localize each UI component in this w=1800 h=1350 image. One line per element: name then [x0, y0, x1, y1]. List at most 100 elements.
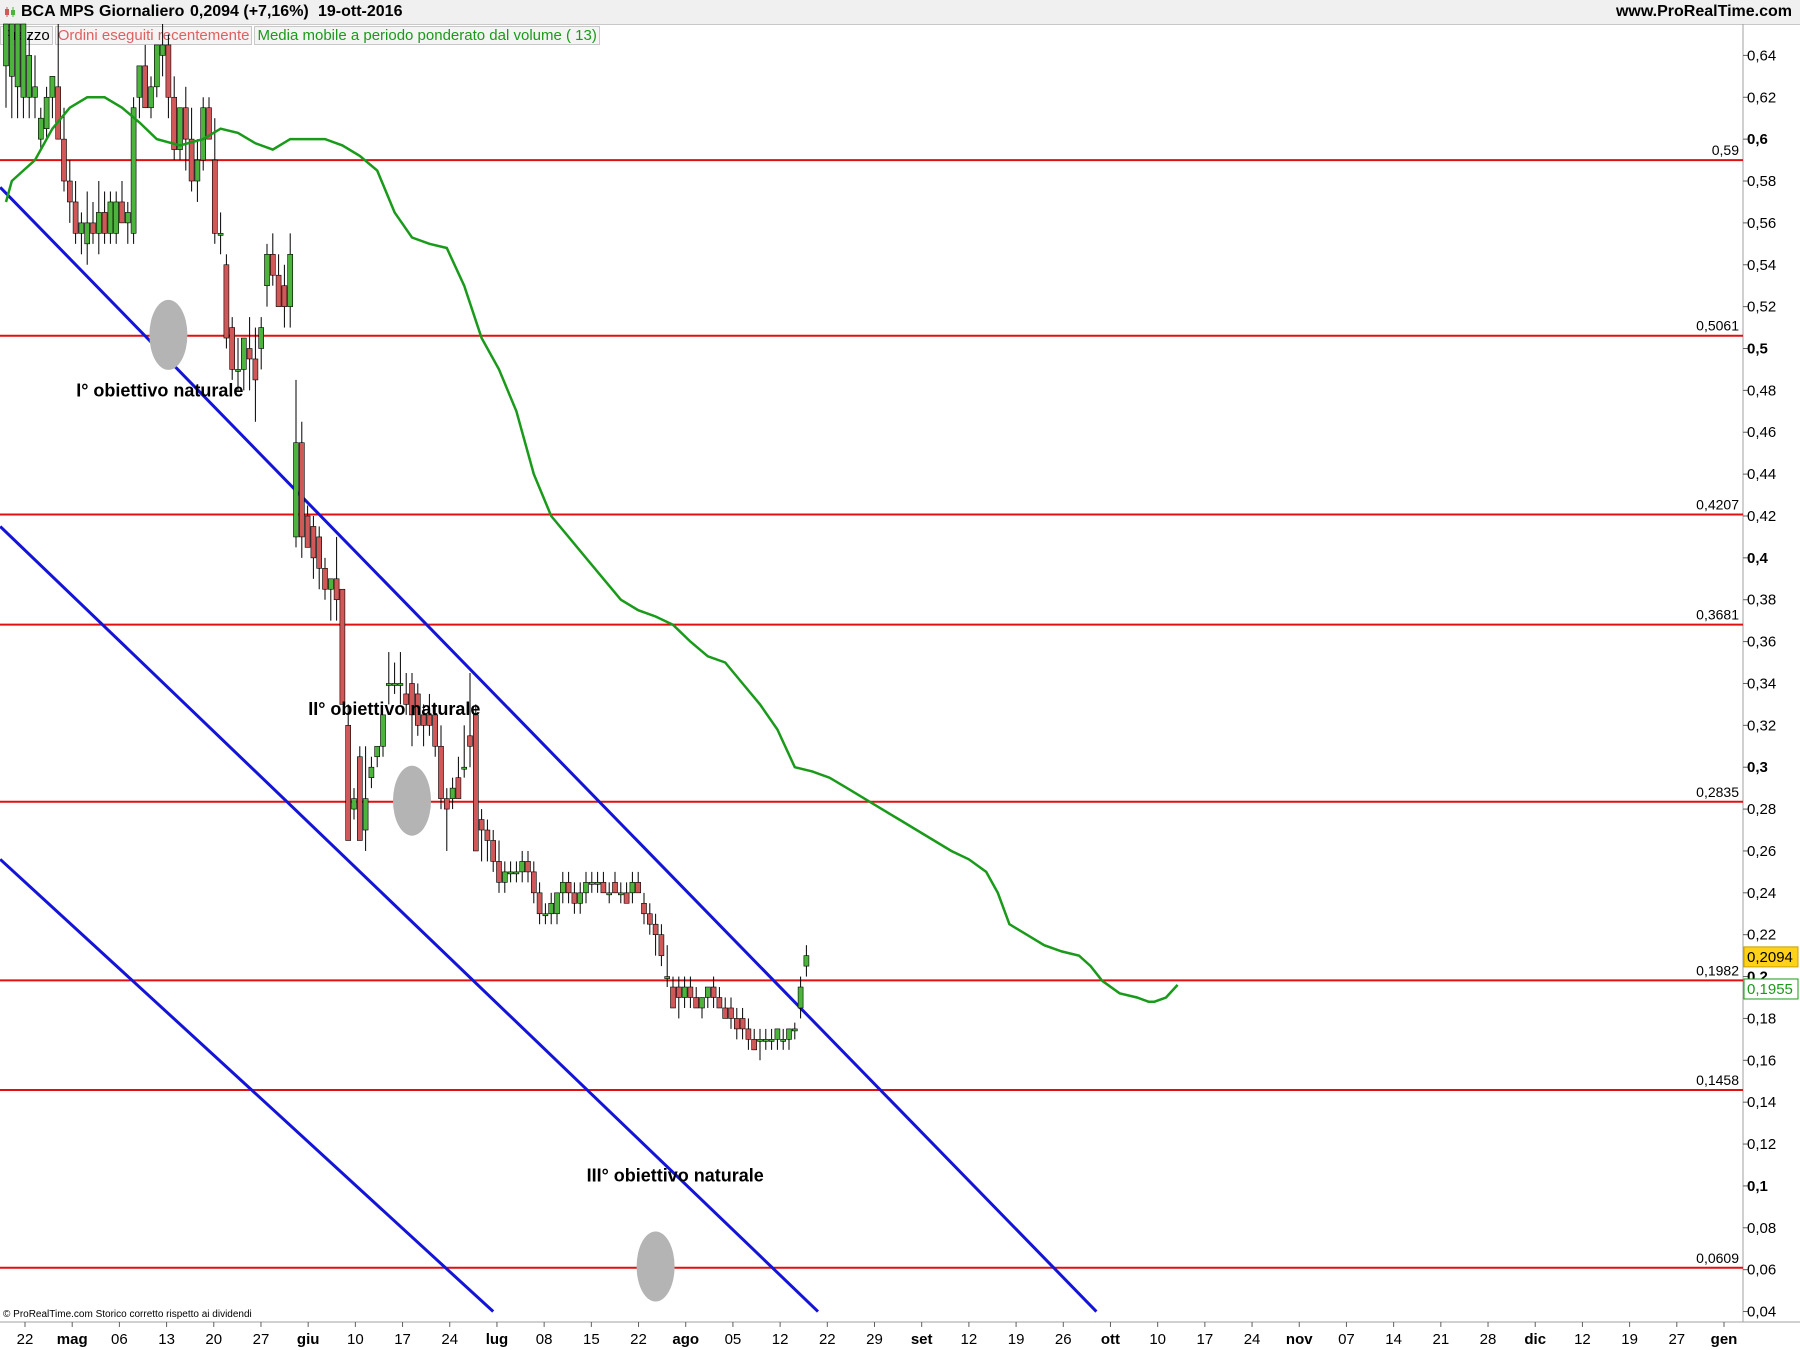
target-oval	[149, 299, 188, 370]
trendlines	[0, 186, 1098, 1313]
chart-header: BCA MPS Giornaliero 0,2094 (+7,16%) 19-o…	[0, 0, 1800, 25]
candle-body	[78, 222, 85, 234]
level-label: 0,2835	[1696, 784, 1739, 800]
trendline	[0, 186, 1098, 1313]
candle-body	[409, 683, 415, 716]
x-tick-label: ago	[672, 1331, 699, 1348]
y-tick-label: 0,16	[1747, 1052, 1776, 1069]
candle-body	[768, 1039, 775, 1042]
candle-body	[733, 1018, 740, 1030]
y-tick-label: 0,08	[1747, 1220, 1776, 1237]
candle-body	[385, 683, 392, 686]
candle-body	[96, 212, 102, 234]
legend-ma[interactable]: Media mobile a periodo ponderato dal vol…	[254, 26, 600, 45]
y-tick-label: 0,06	[1747, 1262, 1776, 1279]
y-tick-label: 0,42	[1747, 508, 1776, 525]
target-ovals	[149, 299, 675, 1302]
x-tick-label: 27	[253, 1331, 270, 1348]
x-tick-label: 10	[1149, 1331, 1166, 1348]
candle-body	[298, 442, 305, 538]
candle-body	[432, 714, 439, 747]
candle-body	[391, 683, 398, 686]
candle-body	[635, 882, 642, 894]
symbol-label: BCA MPS	[21, 3, 95, 20]
x-tick-label: 12	[772, 1331, 789, 1348]
y-tick-label: 0,58	[1747, 173, 1776, 190]
candle-body	[206, 107, 212, 140]
candle-body	[113, 201, 119, 234]
y-tick-label: 0,24	[1747, 885, 1776, 902]
candle-body	[565, 882, 572, 894]
candle-body	[339, 588, 346, 705]
candle-body	[333, 578, 340, 601]
x-tick-label: 12	[961, 1331, 978, 1348]
x-tick-label: 13	[158, 1331, 175, 1348]
candle-body	[84, 222, 90, 245]
candle-body	[751, 1039, 758, 1051]
candle-body	[600, 882, 607, 894]
footer-note: © ProRealTime.com Storico corretto rispe…	[3, 1309, 252, 1320]
y-tick-label: 0,36	[1747, 634, 1776, 651]
candle-body	[252, 358, 259, 381]
candle-body	[194, 159, 201, 182]
level-label: 0,1982	[1696, 962, 1739, 978]
x-tick-label: 22	[819, 1331, 836, 1348]
ma-line	[4, 96, 1179, 1003]
x-tick-label: 27	[1668, 1331, 1685, 1348]
candle-body	[37, 117, 44, 140]
candle-body	[200, 107, 206, 161]
y-tick-label: 0,52	[1747, 299, 1776, 316]
candle-body	[780, 1039, 787, 1042]
candle-body	[229, 327, 235, 370]
y-tick-label: 0,14	[1747, 1094, 1776, 1111]
candles	[3, 23, 810, 1061]
x-tick-label: lug	[486, 1331, 509, 1348]
price-chart[interactable]: 0,640,620,60,580,560,540,520,50,480,460,…	[0, 0, 1800, 1350]
candle-body	[542, 913, 549, 917]
candle-body	[130, 107, 137, 234]
annotation-label: III° obiettivo naturale	[587, 1166, 764, 1186]
x-tick-label: ott	[1101, 1331, 1120, 1348]
candle-body	[478, 819, 485, 831]
x-tick-label: 19	[1621, 1331, 1638, 1348]
site-label[interactable]: www.ProRealTime.com	[1616, 3, 1792, 21]
candle-body	[125, 212, 131, 224]
y-tick-label: 0,04	[1747, 1304, 1776, 1321]
y-tick-label: 0,54	[1747, 257, 1776, 274]
candle-body	[49, 76, 56, 98]
candle-body	[281, 285, 288, 307]
y-tick-label: 0,34	[1747, 675, 1776, 692]
legend-orders[interactable]: Ordini eseguiti recentemente	[54, 26, 253, 45]
period-label[interactable]: Giornaliero	[99, 3, 184, 21]
x-tick-label: nov	[1286, 1331, 1313, 1348]
y-tick-label: 0,1	[1747, 1178, 1768, 1195]
trendline	[0, 858, 495, 1313]
candle-body	[154, 44, 160, 88]
candle-body	[571, 892, 578, 904]
candle-body	[188, 138, 195, 182]
candle-body	[588, 882, 595, 885]
candle-body	[26, 55, 33, 98]
y-tick-label: 0,48	[1747, 382, 1776, 399]
candle-body	[264, 253, 270, 286]
legend-price[interactable]: Prezzo	[0, 26, 53, 45]
x-tick-label: 28	[1480, 1331, 1497, 1348]
candle-body	[554, 892, 560, 915]
candle-body	[530, 871, 537, 894]
candle-body	[449, 787, 456, 799]
x-tick-label: giu	[297, 1331, 320, 1348]
x-tick-label: 24	[1244, 1331, 1261, 1348]
candle-body	[217, 233, 224, 236]
candle-body	[43, 96, 50, 129]
y-tick-label: 0,32	[1747, 717, 1776, 734]
candle-body	[327, 578, 334, 590]
candle-body	[32, 86, 38, 98]
candle-body	[501, 871, 508, 883]
candle-body	[496, 861, 502, 883]
candle-body	[136, 65, 143, 98]
candle-body	[235, 369, 241, 372]
candle-body	[629, 882, 636, 894]
candle-body	[548, 902, 555, 915]
candle-body	[617, 892, 624, 896]
level-label: 0,3681	[1696, 607, 1739, 623]
